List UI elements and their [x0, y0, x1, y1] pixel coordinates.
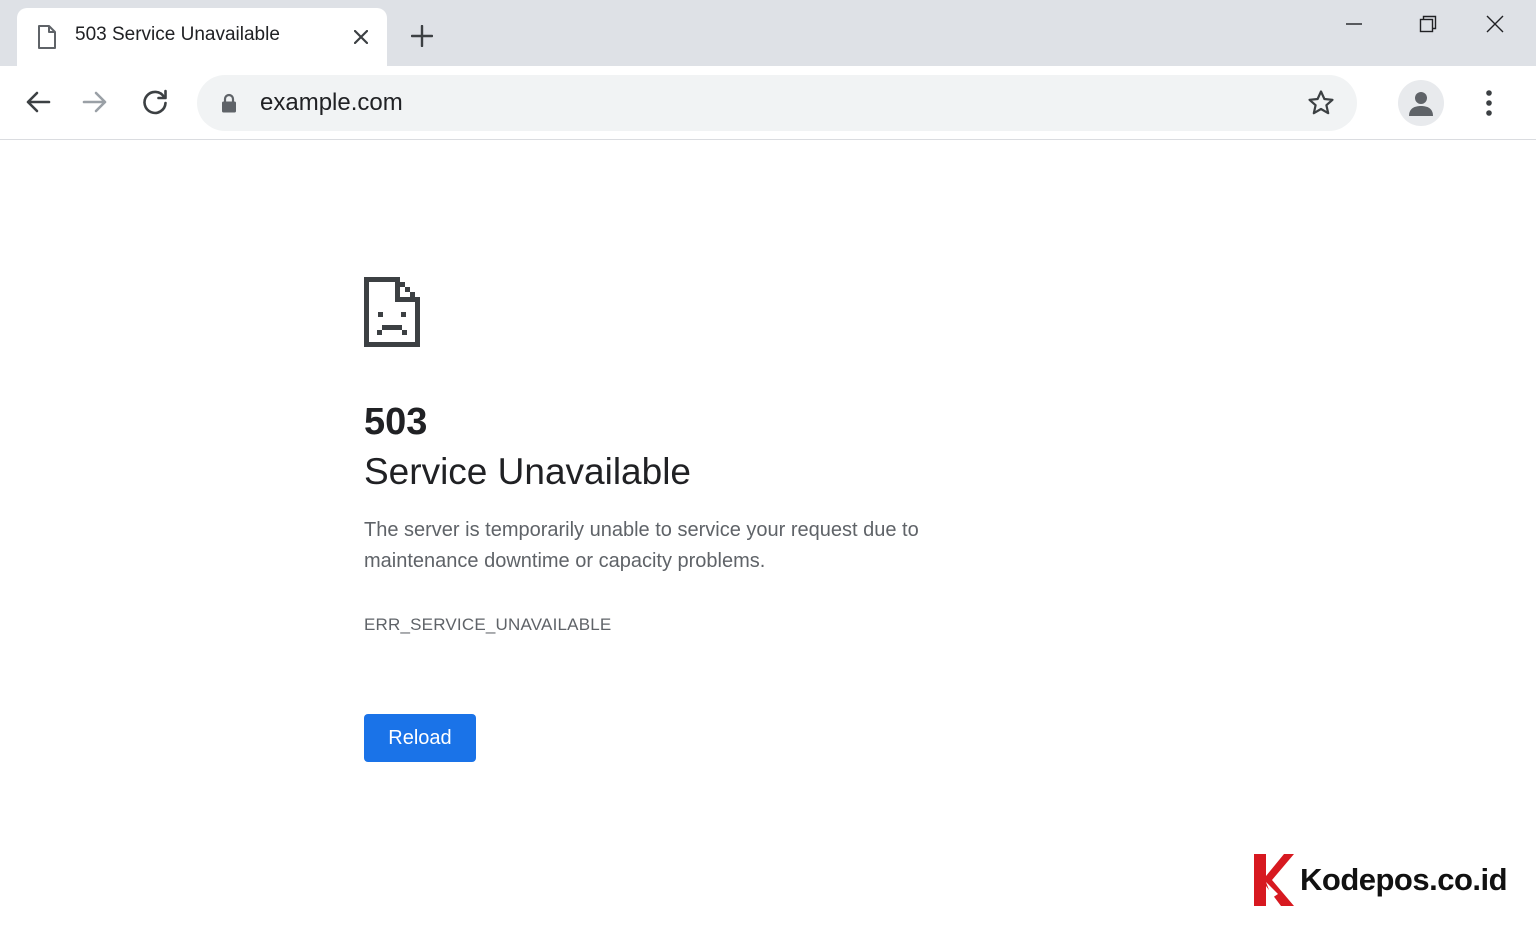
page-content: 503 Service Unavailable The server is te…	[0, 141, 1536, 930]
arrow-right-icon[interactable]	[77, 84, 113, 120]
document-icon	[37, 25, 57, 49]
kebab-menu-icon[interactable]	[1474, 86, 1504, 120]
error-title: Service Unavailable	[364, 451, 692, 492]
lock-icon[interactable]	[221, 93, 237, 113]
address-bar[interactable]: example.com	[197, 75, 1357, 131]
minimize-icon[interactable]	[1334, 8, 1374, 40]
error-detail-code: ERR_SERVICE_UNAVAILABLE	[364, 615, 612, 634]
plus-icon[interactable]	[408, 22, 436, 50]
reload-icon[interactable]	[137, 84, 173, 120]
error-description: The server is temporarily unable to serv…	[364, 519, 919, 572]
close-tab-icon[interactable]	[350, 26, 372, 48]
kodepos-logo-icon	[1250, 852, 1296, 908]
restore-icon[interactable]	[1408, 8, 1448, 40]
browser-toolbar: example.com	[0, 66, 1536, 140]
star-icon[interactable]	[1305, 87, 1337, 119]
avatar-icon[interactable]	[1398, 80, 1444, 126]
tab-active[interactable]: 503 Service Unavailable	[17, 8, 387, 66]
tab-strip: 503 Service Unavailable	[0, 0, 1536, 66]
url-text[interactable]: example.com	[260, 89, 403, 117]
tab-title: 503 Service Unavailable	[75, 24, 280, 45]
error-code: 503	[364, 401, 428, 443]
reload-button[interactable]: Reload	[364, 714, 476, 762]
watermark-text: Kodepos.co.id	[1300, 862, 1508, 897]
arrow-left-icon[interactable]	[20, 84, 56, 120]
sad-page-icon	[364, 277, 420, 347]
close-icon[interactable]	[1475, 8, 1515, 40]
watermark: Kodepos.co.id	[1250, 852, 1508, 908]
